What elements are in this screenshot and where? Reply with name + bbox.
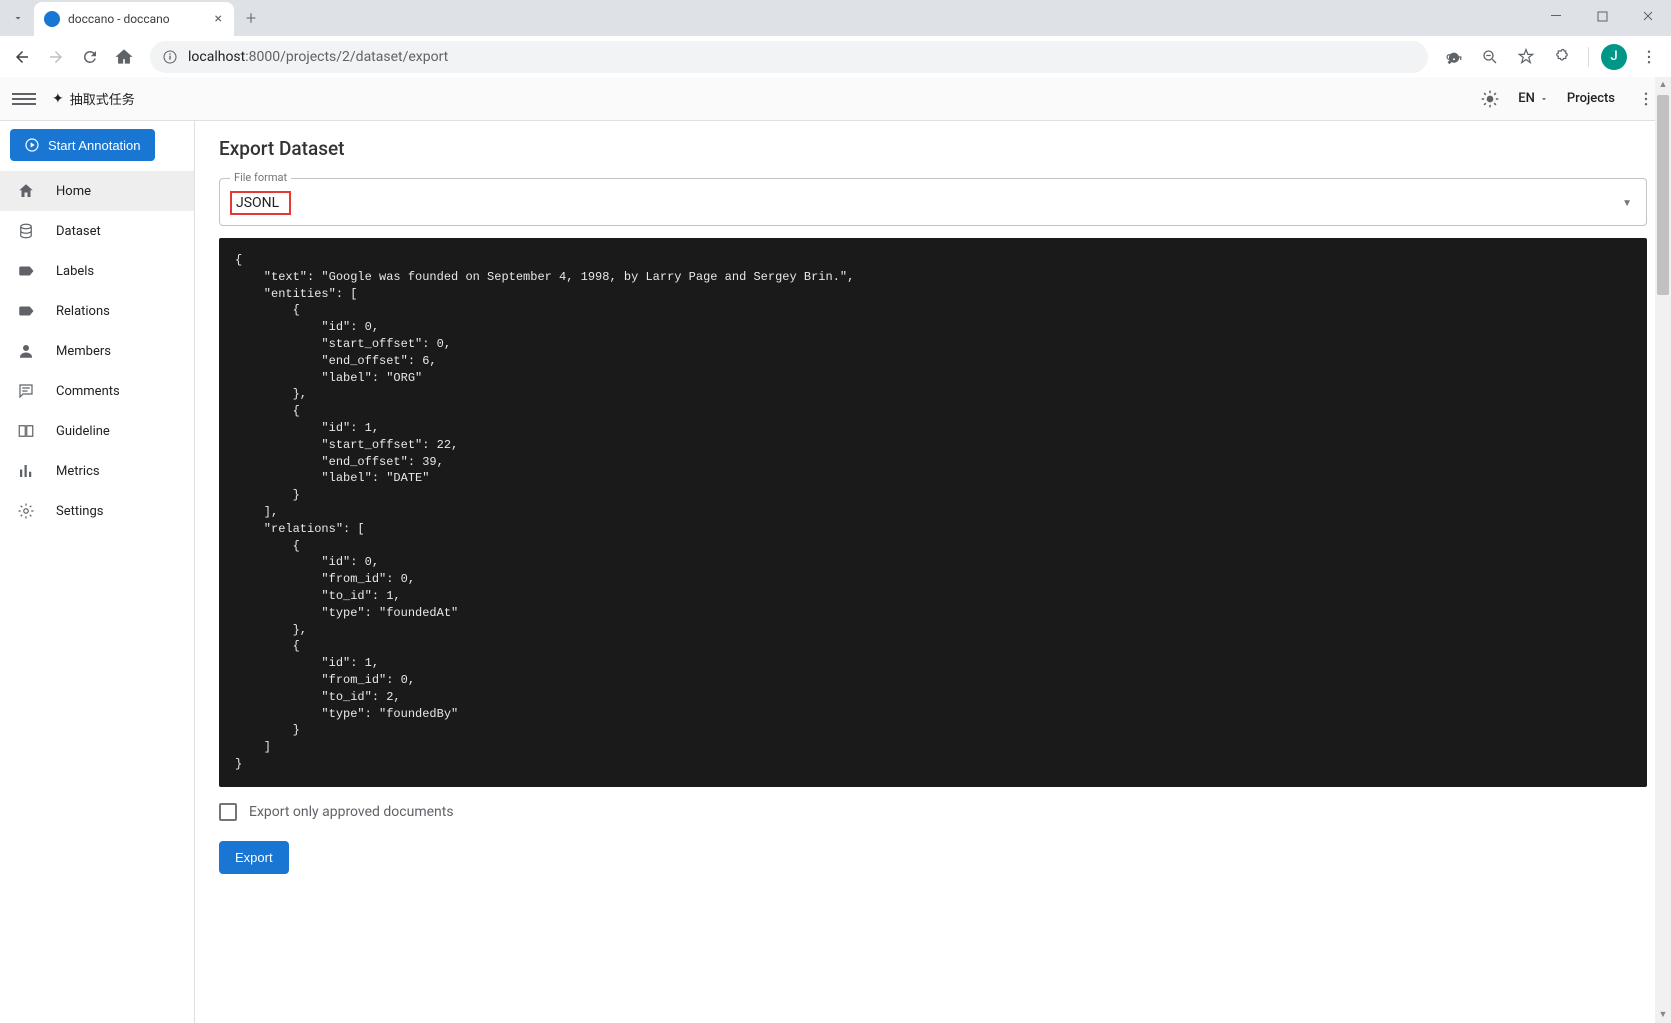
close-window-button[interactable] <box>1625 0 1671 32</box>
close-icon[interactable]: × <box>213 11 224 27</box>
home-icon <box>16 181 36 201</box>
sidebar-item-label: Settings <box>56 504 103 519</box>
project-name-label: 抽取式任务 <box>70 89 135 108</box>
sidebar-item-home[interactable]: Home <box>0 171 194 211</box>
chevron-down-icon <box>1539 94 1549 104</box>
export-approved-label: Export only approved documents <box>249 804 454 820</box>
label-icon <box>16 261 36 281</box>
toolbar-right: J <box>1440 43 1663 71</box>
tabs-dropdown[interactable] <box>8 8 28 28</box>
app-bar-right: EN Projects <box>1480 89 1659 109</box>
export-approved-row: Export only approved documents <box>219 803 1647 821</box>
page-title: Export Dataset <box>219 137 1647 160</box>
bookmark-icon[interactable] <box>1512 43 1540 71</box>
url-text: localhost:8000/projects/2/dataset/export <box>188 49 448 65</box>
chart-icon <box>16 461 36 481</box>
sidebar-item-comments[interactable]: Comments <box>0 371 194 411</box>
play-circle-icon <box>24 137 40 153</box>
chevron-down-icon: ▼ <box>1622 198 1632 209</box>
sidebar-item-labels[interactable]: Labels <box>0 251 194 291</box>
export-approved-checkbox[interactable] <box>219 803 237 821</box>
browser-menu-icon[interactable] <box>1635 43 1663 71</box>
hamburger-icon[interactable] <box>12 87 36 111</box>
separator <box>1588 47 1589 67</box>
sidebar-item-relations[interactable]: Relations <box>0 291 194 331</box>
sidebar-item-metrics[interactable]: Metrics <box>0 451 194 491</box>
site-info-icon[interactable] <box>162 49 178 65</box>
file-format-label: File format <box>230 171 291 184</box>
label-icon <box>16 301 36 321</box>
sidebar-item-label: Dataset <box>56 224 101 239</box>
language-selector[interactable]: EN <box>1518 91 1549 106</box>
window-controls <box>1533 0 1671 32</box>
reload-button[interactable] <box>76 43 104 71</box>
code-preview: { "text": "Google was founded on Septemb… <box>219 238 1647 787</box>
browser-toolbar: localhost:8000/projects/2/dataset/export… <box>0 36 1671 77</box>
sidebar-item-label: Labels <box>56 264 94 279</box>
app-bar: ✦ 抽取式任务 EN Projects <box>0 77 1671 121</box>
favicon-icon <box>44 11 60 27</box>
password-icon[interactable] <box>1440 43 1468 71</box>
database-icon <box>16 221 36 241</box>
theme-toggle-icon[interactable] <box>1480 89 1500 109</box>
comment-icon <box>16 381 36 401</box>
extensions-icon[interactable] <box>1548 43 1576 71</box>
sidebar: Start Annotation Home Dataset Labels Rel… <box>0 121 195 1023</box>
file-format-value: JSONL <box>230 191 291 215</box>
content-area: Export Dataset File format JSONL ▼ { "te… <box>195 121 1671 1023</box>
chevron-down-icon <box>12 12 24 24</box>
sidebar-item-settings[interactable]: Settings <box>0 491 194 531</box>
sidebar-item-label: Home <box>56 184 91 199</box>
main-layout: Start Annotation Home Dataset Labels Rel… <box>0 121 1671 1023</box>
back-button[interactable] <box>8 43 36 71</box>
sidebar-item-members[interactable]: Members <box>0 331 194 371</box>
person-icon <box>16 341 36 361</box>
tab-strip: doccano - doccano × + <box>0 0 1671 36</box>
forward-button[interactable] <box>42 43 70 71</box>
project-icon: ✦ <box>52 91 64 107</box>
start-annotation-button[interactable]: Start Annotation <box>10 129 155 161</box>
browser-chrome: doccano - doccano × + localhost:8000/pro… <box>0 0 1671 77</box>
gear-icon <box>16 501 36 521</box>
vertical-scrollbar[interactable]: ▲ ▼ <box>1655 77 1671 1023</box>
sidebar-item-label: Members <box>56 344 111 359</box>
sidebar-item-label: Comments <box>56 384 120 399</box>
minimize-button[interactable] <box>1533 0 1579 32</box>
maximize-button[interactable] <box>1579 0 1625 32</box>
sidebar-item-guideline[interactable]: Guideline <box>0 411 194 451</box>
tab-title: doccano - doccano <box>68 12 213 26</box>
zoom-icon[interactable] <box>1476 43 1504 71</box>
project-name[interactable]: ✦ 抽取式任务 <box>52 89 135 108</box>
sidebar-item-dataset[interactable]: Dataset <box>0 211 194 251</box>
sidebar-item-label: Guideline <box>56 424 110 439</box>
sidebar-item-label: Metrics <box>56 464 100 479</box>
address-bar[interactable]: localhost:8000/projects/2/dataset/export <box>150 41 1428 73</box>
scrollbar-thumb[interactable] <box>1657 95 1669 295</box>
start-annotation-label: Start Annotation <box>48 138 141 153</box>
book-icon <box>16 421 36 441</box>
projects-link[interactable]: Projects <box>1567 91 1615 106</box>
new-tab-button[interactable]: + <box>234 8 268 29</box>
profile-avatar[interactable]: J <box>1601 44 1627 70</box>
file-format-select[interactable]: File format JSONL ▼ <box>219 178 1647 226</box>
sidebar-item-label: Relations <box>56 304 110 319</box>
export-button[interactable]: Export <box>219 841 289 874</box>
home-button[interactable] <box>110 43 138 71</box>
scroll-down-icon[interactable]: ▼ <box>1655 1007 1671 1023</box>
language-label: EN <box>1518 91 1535 106</box>
scroll-up-icon[interactable]: ▲ <box>1655 77 1671 93</box>
browser-tab[interactable]: doccano - doccano × <box>34 2 234 36</box>
